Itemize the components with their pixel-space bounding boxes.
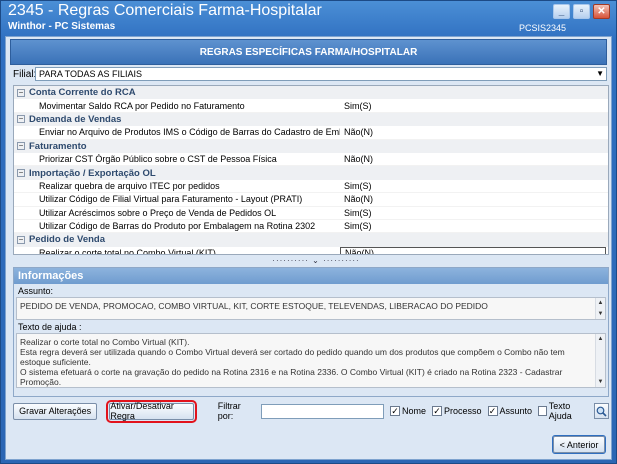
save-button[interactable]: Gravar Alterações (13, 402, 98, 420)
category-title: Importação / Exportação OL (29, 167, 156, 179)
rule-value[interactable]: Não(N) (340, 194, 373, 204)
rule-row[interactable]: Utilizar Código de Filial Virtual para F… (14, 193, 608, 207)
ajuda-line: O sistema efetuará o corte na gravação d… (20, 367, 563, 387)
routine-code: PCSIS2345 (518, 23, 566, 33)
category-row[interactable]: − Pedido de Venda (14, 233, 608, 247)
category-title: Conta Corrente do RCA (29, 87, 136, 99)
assunto-label: Assunto: (18, 285, 54, 296)
filter-checkboxes: ✓ Nome ✓ Processo ✓ Assunto Texto Ajuda (384, 401, 588, 421)
checkbox-icon[interactable]: ✓ (487, 406, 498, 416)
category-row[interactable]: − Demanda de Vendas (14, 112, 608, 127)
splitter-handle[interactable]: ·········· ⌄ ·········· (226, 256, 406, 265)
assunto-value: PEDIDO DE VENDA, PROMOCAO, COMBO VIRTUAL… (20, 301, 488, 311)
category-title: Pedido de Venda (29, 234, 106, 246)
rule-name: Enviar no Arquivo de Produtos IMS o Códi… (39, 127, 340, 138)
back-button[interactable]: < Anterior (552, 435, 606, 454)
rule-name: Movimentar Saldo RCA por Pedido no Fatur… (39, 100, 245, 111)
category-row[interactable]: − Faturamento (14, 139, 608, 153)
filter-checkbox[interactable]: ✓ Assunto (487, 401, 533, 421)
section-header: REGRAS ESPECÍFICAS FARMA/HOSPITALAR (10, 39, 607, 65)
checkbox-icon[interactable] (538, 406, 547, 416)
rule-name: Realizar o corte total no Combo Virtual … (39, 247, 216, 255)
window-controls: _ ▫ ✕ (553, 4, 610, 19)
info-panel: Informações Assunto: PEDIDO DE VENDA, PR… (13, 267, 609, 397)
rule-row[interactable]: Realizar o corte total no Combo Virtual … (14, 246, 608, 255)
ajuda-scrollbar[interactable]: ▲ ▼ (595, 334, 605, 387)
ajuda-line: Realizar o corte total no Combo Virtual … (20, 337, 190, 347)
category-row[interactable]: − Conta Corrente do RCA (14, 86, 608, 100)
filter-checkbox[interactable]: Texto Ajuda (538, 401, 588, 421)
collapse-icon[interactable]: − (17, 235, 25, 244)
rule-value[interactable]: Não(N) (340, 154, 373, 164)
search-icon (596, 406, 607, 417)
bottom-toolbar: Gravar Alterações Ativar/Desativar Regra… (13, 399, 610, 423)
ajuda-line: Esta regra deverá ser utilizada quando o… (20, 347, 565, 367)
checkbox-label: Texto Ajuda (548, 401, 572, 421)
window-title: 2345 - Regras Comerciais Farma-Hospitala… (8, 2, 322, 19)
collapse-icon[interactable]: − (17, 88, 25, 97)
collapse-icon[interactable]: − (17, 142, 25, 151)
checkbox-label: Assunto (499, 406, 533, 416)
rule-row[interactable]: Realizar quebra de arquivo ITEC por pedi… (14, 180, 608, 194)
client-area: REGRAS ESPECÍFICAS FARMA/HOSPITALAR Fili… (5, 36, 612, 460)
checkbox-label: Processo (444, 406, 482, 416)
filial-select[interactable]: PARA TODAS AS FILIAIS ▼ (35, 67, 607, 81)
rule-name: Utilizar Acréscimos sobre o Preço de Ven… (39, 207, 277, 218)
filter-checkbox[interactable]: ✓ Processo (432, 401, 482, 421)
checkbox-icon[interactable]: ✓ (390, 406, 400, 416)
rule-value[interactable]: Sim(S) (340, 208, 372, 218)
rule-row[interactable]: Priorizar CST Órgão Público sobre o CST … (14, 153, 608, 167)
rule-row[interactable]: Enviar no Arquivo de Produtos IMS o Códi… (14, 126, 608, 140)
ajuda-label: Texto de ajuda : (18, 321, 82, 332)
rule-row[interactable]: Utilizar Código de Barras do Produto por… (14, 220, 608, 234)
rule-value[interactable]: Sim(S) (340, 181, 372, 191)
toggle-rule-button[interactable]: Ativar/Desativar Regra (106, 399, 197, 423)
filter-input[interactable] (261, 403, 384, 419)
title-bar: 2345 - Regras Comerciais Farma-Hospitala… (1, 1, 616, 35)
filter-label: Filtrar por: (217, 401, 241, 421)
rules-grid: − Conta Corrente do RCA Movimentar Saldo R… (13, 85, 609, 255)
filter-checkbox[interactable]: ✓ Nome (390, 401, 426, 421)
rule-value[interactable]: Não(N) (340, 246, 606, 254)
collapse-icon[interactable]: − (17, 169, 25, 178)
category-title: Demanda de Vendas (29, 113, 122, 125)
restore-button[interactable]: ▫ (573, 4, 590, 19)
filial-row: Filial: PARA TODAS AS FILIAIS ▼ (13, 67, 607, 81)
category-title: Faturamento (29, 140, 87, 152)
rule-name: Utilizar Código de Barras do Produto por… (39, 221, 316, 232)
filial-label: Filial: (13, 68, 37, 80)
rule-value[interactable]: Sim(S) (340, 101, 372, 111)
assunto-text[interactable]: PEDIDO DE VENDA, PROMOCAO, COMBO VIRTUAL… (16, 297, 606, 320)
window-subtitle: Winthor - PC Sistemas (8, 21, 116, 32)
app-window: 2345 - Regras Comerciais Farma-Hospitala… (0, 0, 617, 464)
rule-row[interactable]: Movimentar Saldo RCA por Pedido no Fatur… (14, 99, 608, 113)
close-button[interactable]: ✕ (593, 4, 610, 19)
category-row[interactable]: − Importação / Exportação OL (14, 166, 608, 180)
rule-row[interactable]: Utilizar Acréscimos sobre o Preço de Ven… (14, 207, 608, 220)
rule-value[interactable]: Não(N) (340, 127, 373, 137)
rule-name: Priorizar CST Órgão Público sobre o CST … (39, 154, 277, 165)
assunto-scrollbar[interactable]: ▲ ▼ (595, 298, 605, 319)
checkbox-label: Nome (402, 406, 427, 416)
ajuda-text[interactable]: Realizar o corte total no Combo Virtual … (16, 333, 606, 388)
info-header: Informações (14, 268, 608, 284)
rule-name: Realizar quebra de arquivo ITEC por pedi… (39, 180, 220, 191)
rule-value[interactable]: Sim(S) (340, 221, 372, 231)
minimize-button[interactable]: _ (553, 4, 570, 19)
rule-name: Utilizar Código de Filial Virtual para F… (39, 194, 303, 205)
search-button[interactable] (593, 403, 610, 419)
collapse-icon[interactable]: − (17, 115, 25, 124)
filial-value: PARA TODAS AS FILIAIS (39, 69, 143, 79)
chevron-down-icon: ▼ (596, 69, 604, 78)
checkbox-icon[interactable]: ✓ (432, 406, 443, 416)
